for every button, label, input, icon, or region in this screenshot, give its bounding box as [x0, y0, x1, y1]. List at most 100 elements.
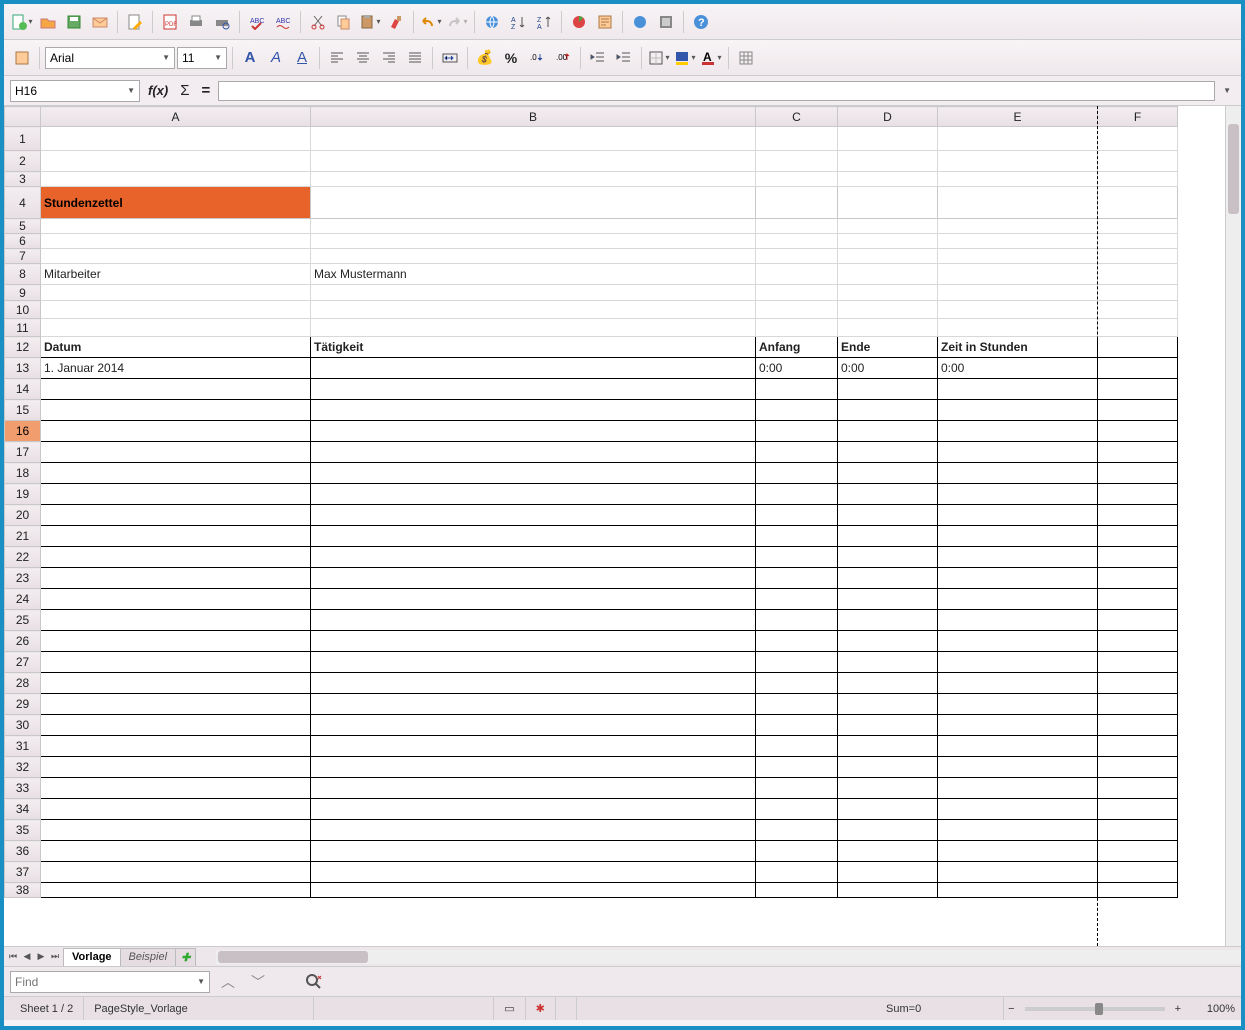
cell[interactable] [311, 285, 756, 301]
cell[interactable] [756, 694, 838, 715]
scrollbar-thumb[interactable] [1228, 124, 1239, 214]
row-header[interactable]: 17 [5, 442, 41, 463]
cell[interactable] [1098, 127, 1178, 151]
cell[interactable] [938, 652, 1098, 673]
cell[interactable] [756, 841, 838, 862]
cell[interactable] [41, 778, 311, 799]
row-header[interactable]: 32 [5, 757, 41, 778]
cell[interactable] [311, 484, 756, 505]
cell[interactable] [756, 736, 838, 757]
remove-decimal-icon[interactable]: .00 [551, 46, 575, 70]
column-header[interactable]: E [938, 107, 1098, 127]
cell[interactable] [1098, 463, 1178, 484]
cell[interactable] [311, 799, 756, 820]
chevron-down-icon[interactable]: ▼ [1219, 86, 1235, 95]
cell[interactable] [311, 526, 756, 547]
cell[interactable] [938, 694, 1098, 715]
find-prev-icon[interactable]: ︿ [216, 970, 240, 994]
justify-icon[interactable] [403, 46, 427, 70]
sum-display[interactable]: Sum=0 [804, 997, 1004, 1020]
cell[interactable] [1098, 379, 1178, 400]
font-color-icon[interactable]: A [699, 46, 723, 70]
cell[interactable] [938, 736, 1098, 757]
cell[interactable] [938, 301, 1098, 319]
cell[interactable]: Stundenzettel [41, 187, 311, 219]
cell[interactable] [838, 463, 938, 484]
cell[interactable] [41, 568, 311, 589]
cell[interactable] [41, 757, 311, 778]
cell[interactable] [1098, 358, 1178, 379]
cell[interactable] [756, 484, 838, 505]
borders-icon[interactable] [647, 46, 671, 70]
cell[interactable] [938, 400, 1098, 421]
cell[interactable] [938, 127, 1098, 151]
cell[interactable] [838, 757, 938, 778]
print-icon[interactable] [184, 10, 208, 34]
cell[interactable] [756, 463, 838, 484]
cell[interactable] [838, 631, 938, 652]
cell[interactable] [311, 883, 756, 898]
cell[interactable] [838, 526, 938, 547]
cell[interactable] [838, 673, 938, 694]
cell[interactable] [311, 820, 756, 841]
font-name-input[interactable] [50, 51, 158, 65]
cell[interactable] [1098, 799, 1178, 820]
cell[interactable] [756, 301, 838, 319]
font-size-input[interactable] [182, 51, 210, 65]
select-all-corner[interactable] [5, 107, 41, 127]
cell[interactable] [838, 841, 938, 862]
cell[interactable] [756, 187, 838, 219]
tab-first-icon[interactable]: ⏮ [6, 951, 20, 962]
cell[interactable] [1098, 589, 1178, 610]
print-preview-icon[interactable] [210, 10, 234, 34]
cell[interactable] [311, 234, 756, 249]
cell[interactable] [311, 127, 756, 151]
cell[interactable] [938, 285, 1098, 301]
pdf-icon[interactable]: PDF [158, 10, 182, 34]
cell-reference-input[interactable] [15, 84, 123, 98]
row-header[interactable]: 6 [5, 234, 41, 249]
add-sheet-icon[interactable]: ✚ [175, 948, 196, 966]
sort-asc-icon[interactable]: AZ [506, 10, 530, 34]
cell[interactable] [1098, 442, 1178, 463]
help-icon[interactable]: ? [689, 10, 713, 34]
mail-icon[interactable] [88, 10, 112, 34]
spellcheck-icon[interactable]: ABC [245, 10, 269, 34]
cell[interactable] [938, 673, 1098, 694]
font-name-combo[interactable]: ▼ [45, 47, 175, 69]
cell[interactable] [838, 127, 938, 151]
column-header[interactable]: B [311, 107, 756, 127]
cell[interactable] [1098, 610, 1178, 631]
cell[interactable] [838, 234, 938, 249]
cell[interactable] [938, 862, 1098, 883]
cell[interactable] [1098, 219, 1178, 234]
cell[interactable] [938, 234, 1098, 249]
row-header[interactable]: 38 [5, 883, 41, 898]
cell[interactable] [41, 526, 311, 547]
new-doc-icon[interactable] [10, 10, 34, 34]
align-right-icon[interactable] [377, 46, 401, 70]
cell[interactable] [838, 187, 938, 219]
cell[interactable] [938, 778, 1098, 799]
row-header[interactable]: 13 [5, 358, 41, 379]
cell[interactable] [311, 610, 756, 631]
bg-color-icon[interactable] [673, 46, 697, 70]
row-header[interactable]: 7 [5, 249, 41, 264]
cell[interactable] [838, 442, 938, 463]
cell[interactable] [838, 610, 938, 631]
cell[interactable]: 0:00 [938, 358, 1098, 379]
row-header[interactable]: 8 [5, 264, 41, 285]
sum-icon[interactable]: Σ [176, 82, 193, 99]
column-header[interactable]: A [41, 107, 311, 127]
cell[interactable]: 0:00 [838, 358, 938, 379]
cell[interactable] [1098, 883, 1178, 898]
row-header[interactable]: 25 [5, 610, 41, 631]
cell[interactable] [41, 715, 311, 736]
zoom-level[interactable]: 100% [1185, 1003, 1235, 1015]
copy-icon[interactable] [332, 10, 356, 34]
row-header[interactable]: 1 [5, 127, 41, 151]
cell[interactable] [756, 319, 838, 337]
cell[interactable] [311, 187, 756, 219]
cell[interactable] [311, 301, 756, 319]
cell[interactable] [756, 652, 838, 673]
